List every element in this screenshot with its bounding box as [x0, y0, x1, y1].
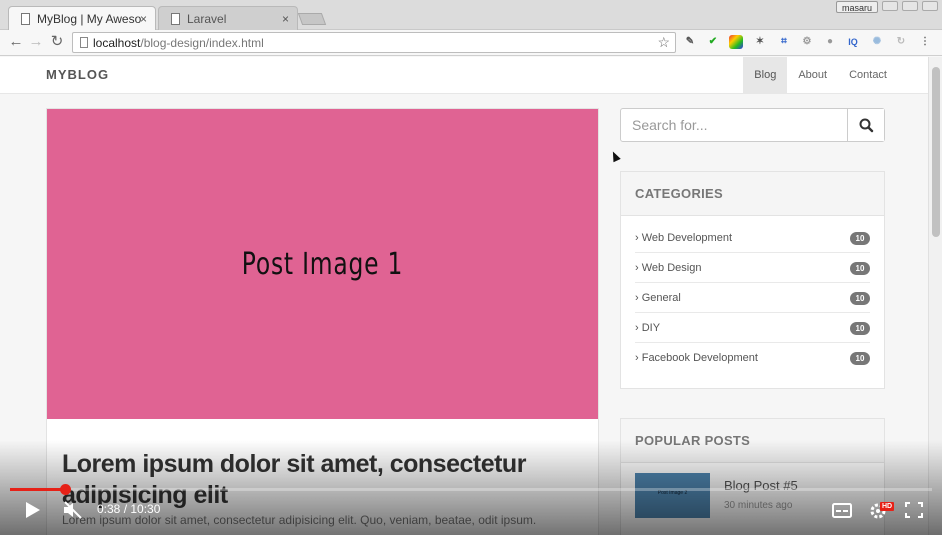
category-label: › General — [635, 292, 681, 304]
minimize-button[interactable] — [882, 1, 898, 11]
popular-post-date: 30 minutes ago — [724, 500, 793, 511]
post-image-caption: Post Image 1 — [241, 247, 404, 282]
search-box — [620, 108, 885, 142]
play-icon — [26, 502, 40, 518]
post-card: Post Image 1 Lorem ipsum dolor sit amet,… — [46, 108, 599, 535]
player-time: 0:38 / 10:30 — [97, 502, 161, 516]
nav-menu: Blog About Contact — [743, 57, 898, 94]
category-item[interactable]: › Web Design 10 — [635, 253, 870, 283]
page-scrollbar[interactable] — [928, 57, 942, 535]
category-label: › Web Development — [635, 232, 733, 244]
category-label: › Web Design — [635, 262, 702, 274]
fullscreen-button[interactable] — [904, 499, 924, 521]
popular-posts-heading: POPULAR POSTS — [621, 419, 884, 463]
captions-button[interactable] — [832, 499, 852, 521]
play-button[interactable] — [24, 499, 42, 521]
captions-icon — [832, 503, 852, 518]
tab-laravel[interactable]: Laravel × — [158, 6, 298, 30]
volume-muted-icon — [64, 501, 82, 519]
categories-panel: CATEGORIES › Web Development 10 › Web Des… — [620, 171, 885, 389]
iq-icon[interactable]: IQ — [846, 35, 860, 49]
forward-icon[interactable]: → — [27, 33, 45, 51]
categories-heading: CATEGORIES — [621, 172, 884, 216]
page-icon — [171, 13, 180, 25]
maximize-button[interactable] — [902, 1, 918, 11]
sync-icon[interactable]: ↻ — [894, 35, 908, 49]
search-input[interactable] — [621, 109, 849, 141]
tab-close-icon[interactable]: × — [282, 7, 289, 30]
site-brand[interactable]: MYBLOG — [46, 67, 109, 82]
category-label: › Facebook Development — [635, 352, 758, 364]
page-icon — [21, 13, 30, 25]
bookmark-star-icon[interactable]: ☆ — [657, 34, 670, 51]
fullscreen-icon — [905, 502, 923, 518]
tab-close-icon[interactable]: × — [140, 7, 147, 30]
new-tab-button[interactable] — [297, 13, 327, 25]
page-viewport: MYBLOG Blog About Contact Post Image 1 L… — [0, 57, 928, 535]
count-badge: 10 — [850, 262, 870, 275]
site-navbar: MYBLOG Blog About Contact — [0, 57, 928, 94]
back-icon[interactable]: ← — [7, 33, 25, 51]
hd-badge: HD — [880, 502, 895, 511]
profile-badge[interactable]: masaru — [835, 1, 878, 13]
url-text: localhost/blog-design/index.html — [93, 36, 264, 50]
menu-icon[interactable]: ⋮ — [918, 35, 932, 49]
post-image[interactable]: Post Image 1 — [47, 109, 598, 419]
popular-post-thumbnail[interactable]: Post Image 2 — [635, 473, 710, 518]
nav-link-blog[interactable]: Blog — [743, 57, 788, 94]
url-path: /blog-design/index.html — [140, 36, 264, 50]
count-badge: 10 — [850, 232, 870, 245]
bracket-icon[interactable]: ⌗ — [777, 35, 791, 49]
browser-tab-bar: MyBlog | My Aweso × Laravel × masaru — [0, 0, 942, 30]
eyedropper-icon[interactable]: ✎ — [683, 35, 697, 49]
check-icon[interactable]: ✔ — [706, 35, 720, 49]
category-item[interactable]: › DIY 10 — [635, 313, 870, 343]
screen: MyBlog | My Aweso × Laravel × masaru ← →… — [0, 0, 942, 535]
progress-played — [10, 488, 66, 491]
count-badge: 10 — [850, 322, 870, 335]
count-badge: 10 — [850, 352, 870, 365]
player-progress-bar[interactable] — [10, 484, 932, 495]
ring-icon[interactable]: ● — [823, 35, 837, 49]
window-close-button[interactable] — [922, 1, 938, 11]
category-item[interactable]: › Facebook Development 10 — [635, 343, 870, 373]
category-item[interactable]: › General 10 — [635, 283, 870, 313]
scrollbar-thumb[interactable] — [932, 67, 940, 237]
nav-link-about[interactable]: About — [787, 57, 838, 94]
nav-link-contact[interactable]: Contact — [838, 57, 898, 94]
url-host: localhost — [93, 36, 141, 50]
category-item[interactable]: › Web Development 10 — [635, 223, 870, 253]
tab-myblog[interactable]: MyBlog | My Aweso × — [8, 6, 156, 30]
tab-title: MyBlog | My Aweso — [37, 12, 142, 26]
settings-button[interactable]: HD — [868, 499, 895, 521]
sun-icon[interactable]: ✺ — [870, 35, 884, 49]
reload-icon[interactable]: ↻ — [48, 33, 66, 51]
gear-icon[interactable]: ⚙ — [800, 35, 814, 49]
browser-toolbar: ← → ↻ localhost/blog-design/index.html ☆… — [0, 30, 942, 56]
count-badge: 10 — [850, 292, 870, 305]
palette-icon[interactable] — [729, 35, 743, 49]
mute-button[interactable] — [62, 499, 84, 521]
search-icon — [859, 118, 874, 133]
puzzle-icon[interactable]: ✶ — [753, 35, 767, 49]
tab-title: Laravel — [187, 12, 227, 26]
category-list: › Web Development 10 › Web Design 10 › Gen… — [621, 216, 884, 373]
search-button[interactable] — [847, 109, 884, 141]
address-bar[interactable]: localhost/blog-design/index.html ☆ — [72, 32, 676, 53]
category-label: › DIY — [635, 322, 661, 334]
page-icon — [80, 37, 88, 48]
